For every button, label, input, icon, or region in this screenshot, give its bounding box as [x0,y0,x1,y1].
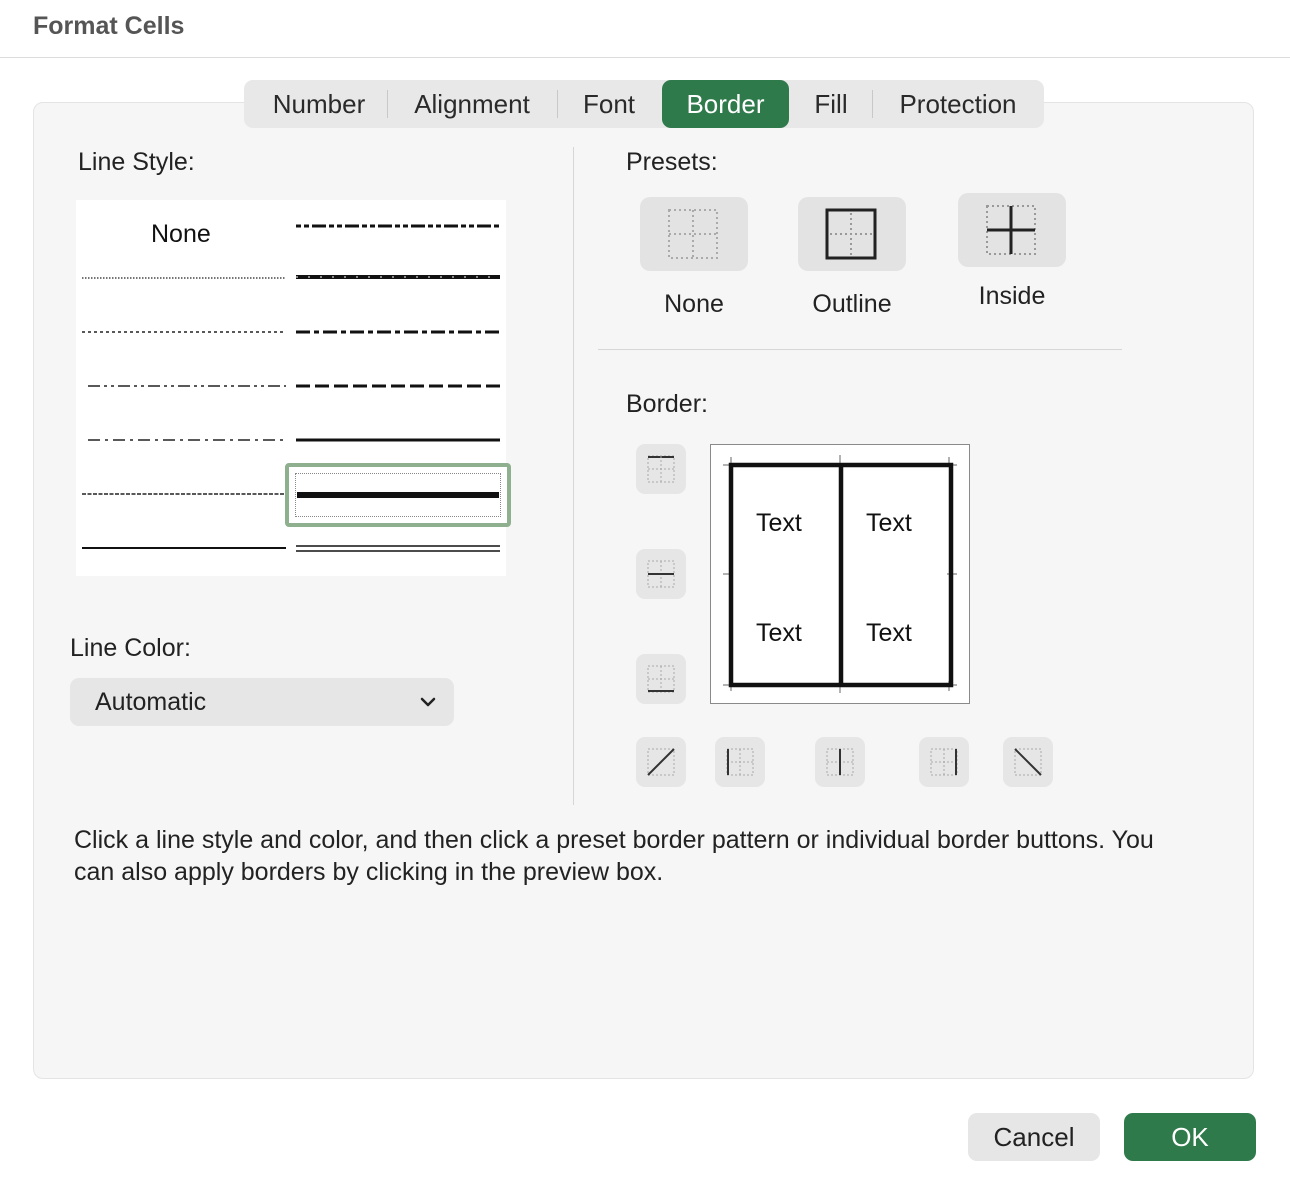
tab-font[interactable]: Font [566,80,652,128]
tab-border[interactable]: Border [662,80,789,128]
line-color-select[interactable]: Automatic [70,678,454,726]
border-preview[interactable]: Text Text Text Text [710,444,970,704]
preview-text-bottom-right: Text [866,619,912,647]
line-style-dotted[interactable] [76,312,286,352]
border-diagonal-down-button[interactable] [1003,737,1053,787]
border-top-button[interactable] [636,444,686,494]
ok-button[interactable]: OK [1124,1113,1256,1161]
tab-number[interactable]: Number [252,80,386,128]
line-style-double[interactable] [290,528,502,568]
tab-separator [387,90,388,118]
line-style-dash-dot[interactable] [76,420,286,460]
tab-protection[interactable]: Protection [880,80,1036,128]
instructions-text: Click a line style and color, and then c… [74,826,1154,886]
tab-separator [872,90,873,118]
line-style-medium-dashed[interactable] [290,366,502,406]
title-bar: Format Cells [0,0,1290,58]
line-style-medium-dash-dot-dot[interactable] [290,206,502,246]
line-style-thick-selected[interactable] [285,463,511,527]
preset-inside-button[interactable] [958,193,1066,267]
line-style-dash-dot-dot[interactable] [76,366,286,406]
tab-alignment[interactable]: Alignment [394,80,550,128]
border-bottom-button[interactable] [636,654,686,704]
tab-bar: Number Alignment Font Border Fill Protec… [244,80,1044,128]
presets-divider [598,349,1122,350]
line-style-medium[interactable] [290,420,502,460]
line-style-none-label: None [151,220,211,248]
presets-label: Presets: [626,148,718,176]
line-color-label: Line Color: [70,634,191,662]
tab-fill[interactable]: Fill [796,80,866,128]
format-cells-dialog: Format Cells Number Alignment Font Borde… [0,0,1290,1196]
line-style-hairline-dotted[interactable] [76,258,286,298]
preset-none-label: None [664,290,724,318]
border-right-button[interactable] [919,737,969,787]
preview-borders [723,455,957,693]
preset-outline-button[interactable] [798,197,906,271]
column-divider [573,147,574,805]
border-label: Border: [626,390,708,418]
chevron-down-icon [418,692,438,717]
line-style-thin[interactable] [76,528,286,568]
line-color-value: Automatic [95,688,207,716]
line-style-medium-dash-dot[interactable] [290,312,502,352]
line-style-slanted-dash-dot[interactable] [290,258,502,298]
preset-inside-label: Inside [978,282,1046,310]
border-diagonal-up-button[interactable] [636,737,686,787]
dialog-title: Format Cells [33,12,185,40]
tab-separator [557,90,558,118]
cancel-button[interactable]: Cancel [968,1113,1100,1161]
border-inside-vertical-button[interactable] [815,737,865,787]
preset-none-button[interactable] [640,197,748,271]
border-left-button[interactable] [715,737,765,787]
line-style-none[interactable]: None [76,208,286,248]
preset-outline-label: Outline [812,290,892,318]
preview-text-top-right: Text [866,509,912,537]
preview-text-bottom-left: Text [756,619,802,647]
line-style-dashed[interactable] [76,474,286,514]
line-style-label: Line Style: [78,148,195,176]
border-inside-horizontal-button[interactable] [636,549,686,599]
preview-text-top-left: Text [756,509,802,537]
